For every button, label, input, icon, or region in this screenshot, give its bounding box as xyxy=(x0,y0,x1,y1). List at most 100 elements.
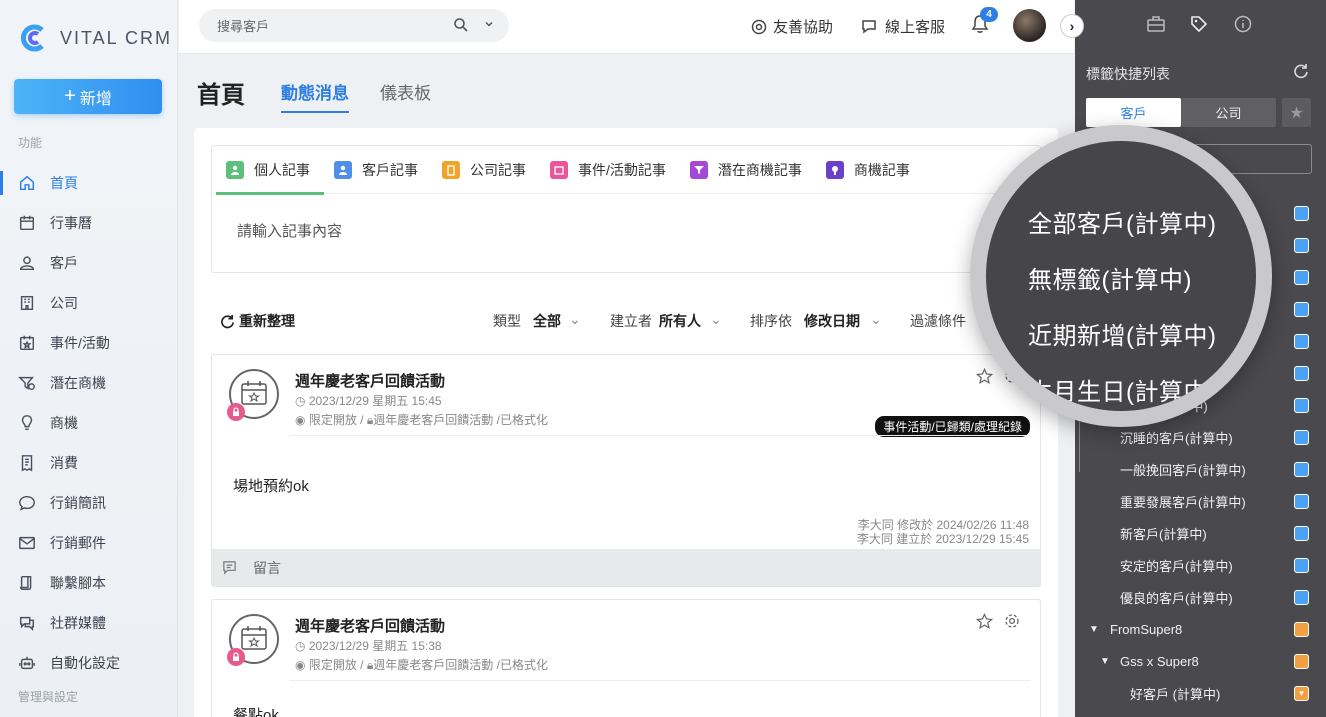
tag-checkbox[interactable] xyxy=(1294,589,1309,605)
comment-label: 留言 xyxy=(253,559,281,576)
help-link[interactable]: 友善協助 xyxy=(751,16,833,37)
chevron-down-icon[interactable]: ⌄ xyxy=(569,311,581,328)
tag-checkbox[interactable] xyxy=(1294,557,1309,573)
tag-checkbox[interactable] xyxy=(1294,621,1309,637)
tag-row[interactable]: 重要發展客戶(計算中) xyxy=(1075,485,1326,517)
note-content-input[interactable]: 請輸入記事內容 xyxy=(237,220,342,241)
tag-label: 重要發展客戶(計算中) xyxy=(1120,494,1246,510)
filter-conditions-button[interactable]: 過濾條件 xyxy=(910,311,966,331)
tag-birthday-this-month[interactable]: 本月生日(計算中) xyxy=(1028,372,1216,407)
tag-checkbox[interactable] xyxy=(1294,237,1309,253)
tab-dashboard[interactable]: 儀表板 xyxy=(380,79,431,104)
search-input[interactable]: 搜尋客戶 xyxy=(199,9,509,42)
feed-post: 週年慶老客戶回饋活動 ◷ 2023/12/29 星期五 15:45 ◉ 限定開放… xyxy=(211,354,1041,587)
tag-row[interactable]: 安定的客戶(計算中) xyxy=(1075,549,1326,581)
sidebar-item-customer[interactable]: 客戶 xyxy=(0,243,178,283)
notification-badge: 4 xyxy=(980,7,998,22)
divider xyxy=(290,435,1030,436)
tag-row[interactable]: 一般挽回客戶(計算中) xyxy=(1075,453,1326,485)
tag-checkbox[interactable] xyxy=(1294,205,1309,221)
tag-icon[interactable] xyxy=(1189,14,1209,34)
briefcase-icon[interactable] xyxy=(1146,15,1166,33)
sidebar-item-sms[interactable]: 行銷簡訊 xyxy=(0,483,178,523)
tab-news[interactable]: 動態消息 xyxy=(281,79,349,113)
support-link[interactable]: 線上客服 xyxy=(861,16,945,37)
tab-event-note[interactable]: 事件/活動記事 xyxy=(550,146,666,194)
tag-checkbox[interactable] xyxy=(1294,525,1309,541)
star-icon[interactable] xyxy=(976,613,993,630)
sidebar-item-label: 行銷簡訊 xyxy=(50,495,106,511)
support-chat-icon xyxy=(862,19,876,33)
collapse-panel-button[interactable]: › xyxy=(1060,14,1084,38)
post-event-link[interactable]: 週年慶老客戶回饋活動 xyxy=(373,658,493,672)
tag-checkbox[interactable] xyxy=(1294,397,1309,413)
tab-personal-note[interactable]: 個人記事 xyxy=(216,146,324,195)
tab-company-note[interactable]: 公司記事 xyxy=(442,146,526,194)
post-edit-info: 李大同 修改於 2024/02/26 11:48 李大同 建立於 2023/12… xyxy=(857,518,1029,546)
tag-checkbox[interactable] xyxy=(1294,301,1309,317)
sidebar-item-leads[interactable]: 潛在商機 xyxy=(0,363,178,403)
post-modified: 李大同 修改於 2024/02/26 11:48 xyxy=(857,518,1029,532)
sort-select[interactable]: 修改日期 xyxy=(804,311,860,331)
tag-checkbox[interactable] xyxy=(1294,269,1309,285)
tag-all-customers[interactable]: 全部客戶(計算中) xyxy=(1028,204,1216,239)
tag-checkbox[interactable] xyxy=(1294,333,1309,349)
sidebar-item-home[interactable]: 首頁 xyxy=(0,163,178,203)
tag-checkbox[interactable] xyxy=(1294,653,1309,669)
refresh-icon xyxy=(221,314,234,328)
tag-no-label[interactable]: 無標籤(計算中) xyxy=(1028,260,1192,295)
tag-checkbox[interactable] xyxy=(1294,365,1309,381)
post-body: 餐點ok xyxy=(233,707,279,717)
sidebar-nav: 首頁 行事曆 客戶 公司 事件/活動 潛在商機 商機 消費 行銷簡訊 行銷郵件 … xyxy=(0,163,178,683)
favorite-star-button[interactable]: ★ xyxy=(1282,98,1311,127)
brand-logo[interactable]: VITAL CRM xyxy=(18,22,172,54)
post-event-link[interactable]: 週年慶老客戶回饋活動 xyxy=(373,413,493,427)
caret-down-icon[interactable]: ▼ xyxy=(1100,656,1110,667)
tag-checkbox[interactable] xyxy=(1294,493,1309,509)
sidebar-item-consumption[interactable]: 消費 xyxy=(0,443,178,483)
tab-opportunity-note[interactable]: 商機記事 xyxy=(825,146,910,194)
new-button[interactable]: + 新增 xyxy=(14,79,162,114)
segment-customer[interactable]: 客戶 xyxy=(1086,98,1181,127)
chevron-down-icon[interactable] xyxy=(483,18,495,30)
refresh-icon[interactable] xyxy=(1293,63,1309,79)
tab-customer-note[interactable]: 客戶記事 xyxy=(334,146,418,194)
sidebar-item-social[interactable]: 社群媒體 xyxy=(0,603,178,643)
sidebar-item-email[interactable]: 行銷郵件 xyxy=(0,523,178,563)
tag-group-row[interactable]: ▼ FromSuper8 xyxy=(1075,613,1326,645)
type-select[interactable]: 全部 xyxy=(533,311,561,331)
creator-select[interactable]: 所有人 xyxy=(659,311,701,331)
sidebar-item-automation[interactable]: 自動化設定 xyxy=(0,643,178,683)
sidebar-item-opportunities[interactable]: 商機 xyxy=(0,403,178,443)
chevron-down-icon[interactable]: ⌄ xyxy=(710,311,722,328)
chevron-down-icon[interactable]: ⌄ xyxy=(870,311,882,328)
tag-checkbox[interactable] xyxy=(1294,429,1309,445)
tag-checkbox[interactable] xyxy=(1294,461,1309,477)
comment-button[interactable]: 留言 xyxy=(212,549,1040,586)
gear-icon[interactable] xyxy=(1004,613,1020,629)
tag-group-label: FromSuper8 xyxy=(1110,621,1183,637)
search-icon[interactable] xyxy=(453,17,469,33)
refresh-button[interactable]: 重新整理 xyxy=(220,311,295,331)
avatar[interactable] xyxy=(1013,9,1046,42)
segment-company[interactable]: 公司 xyxy=(1181,98,1276,127)
tag-recent-added[interactable]: 近期新增(計算中) xyxy=(1028,316,1216,351)
sidebar-item-company[interactable]: 公司 xyxy=(0,283,178,323)
sidebar-item-events[interactable]: 事件/活動 xyxy=(0,323,178,363)
sidebar-item-calendar[interactable]: 行事曆 xyxy=(0,203,178,243)
chevron-right-icon: › xyxy=(1069,18,1075,34)
tab-lead-note[interactable]: 潛在商機記事 xyxy=(689,146,802,194)
home-icon xyxy=(19,175,35,191)
sidebar-item-scripts[interactable]: 聯繫腳本 xyxy=(0,563,178,603)
tag-row[interactable]: 優良的客戶(計算中) xyxy=(1075,581,1326,613)
tag-checkbox-expand[interactable]: ▾ xyxy=(1294,685,1309,701)
tag-row[interactable]: 新客戶(計算中) xyxy=(1075,517,1326,549)
caret-down-icon[interactable]: ▼ xyxy=(1089,624,1099,635)
info-icon[interactable] xyxy=(1234,15,1252,33)
tag-label: 好客戶 (計算中) xyxy=(1130,686,1221,702)
tag-group-row[interactable]: ▼ Gss x Super8 xyxy=(1075,645,1326,677)
post-title[interactable]: 週年慶老客戶回饋活動 xyxy=(295,370,445,391)
post-title[interactable]: 週年慶老客戶回饋活動 xyxy=(295,615,445,636)
tag-row[interactable]: 好客戶 (計算中) ▾ xyxy=(1075,677,1326,709)
star-icon[interactable] xyxy=(976,368,993,385)
